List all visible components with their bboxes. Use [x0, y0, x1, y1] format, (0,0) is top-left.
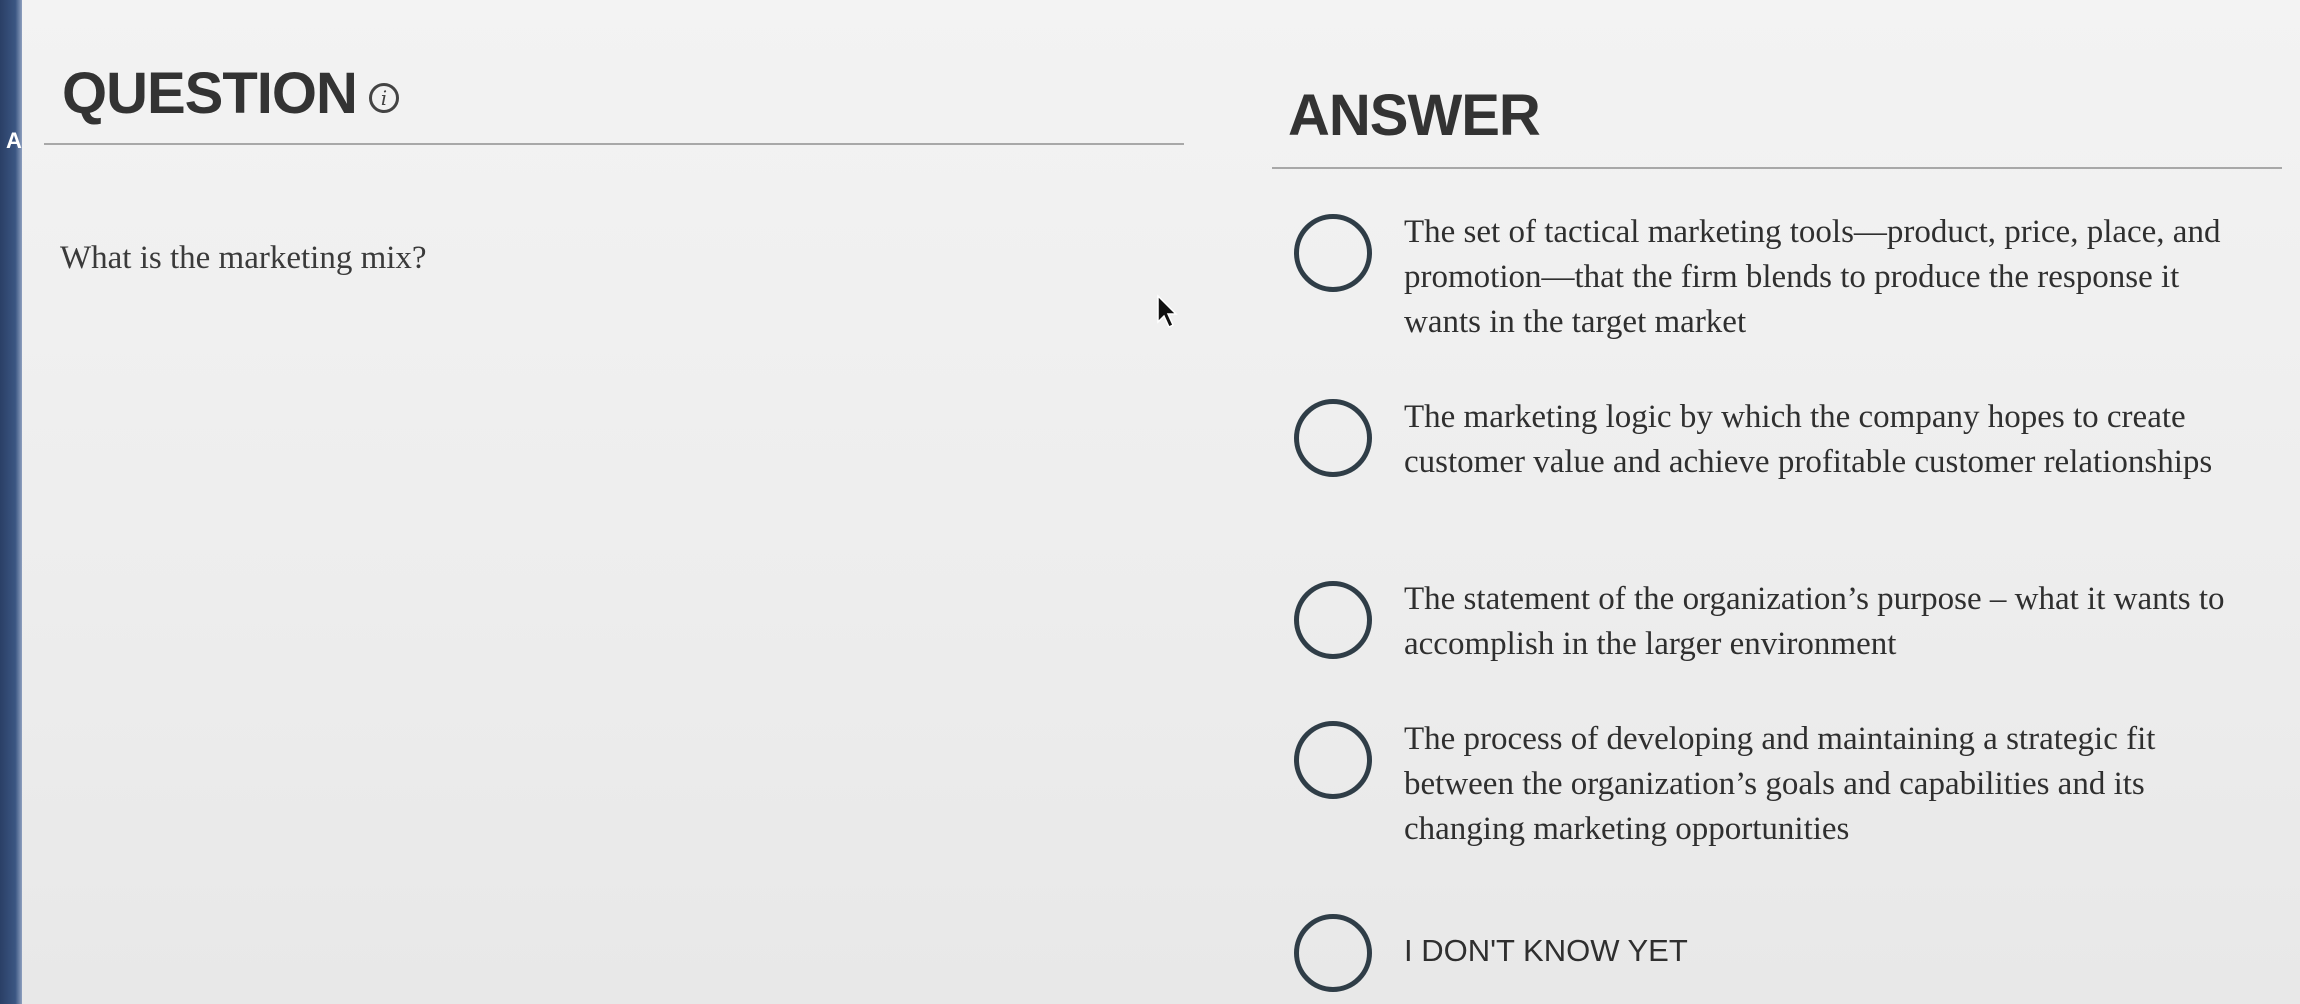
radio-button[interactable] [1294, 399, 1372, 477]
question-panel: QUESTION i What is the marketing mix? [22, 0, 1184, 1004]
radio-button[interactable] [1294, 914, 1372, 992]
left-edge-panel: A [0, 0, 22, 1004]
question-divider [44, 143, 1184, 145]
mouse-cursor-icon [1157, 294, 1178, 329]
answer-panel: ANSWER The set of tactical marketing too… [1272, 0, 2282, 1004]
radio-button[interactable] [1294, 721, 1372, 799]
left-edge-letter: A [6, 128, 22, 153]
answer-title: ANSWER [1288, 83, 1541, 148]
answer-option-4[interactable]: The process of developing and maintainin… [1294, 717, 2269, 852]
answer-option-label[interactable]: The process of developing and maintainin… [1404, 717, 2244, 852]
answer-option-3[interactable]: The statement of the organization’s purp… [1294, 577, 2269, 667]
answer-option-label[interactable]: The statement of the organization’s purp… [1404, 577, 2244, 667]
radio-button[interactable] [1294, 581, 1372, 659]
info-icon[interactable]: i [368, 82, 399, 113]
answer-option-2[interactable]: The marketing logic by which the company… [1294, 395, 2269, 485]
answer-option-label[interactable]: The marketing logic by which the company… [1404, 395, 2244, 485]
answer-option-dont-know[interactable]: I DON'T KNOW YET [1294, 910, 2269, 992]
answer-option-label[interactable]: I DON'T KNOW YET [1404, 928, 2244, 973]
radio-button[interactable] [1294, 214, 1372, 292]
question-title: QUESTION [62, 61, 358, 126]
question-heading: QUESTION i [62, 60, 399, 127]
answer-option-label[interactable]: The set of tactical marketing tools—prod… [1404, 210, 2244, 345]
answer-divider [1272, 167, 2282, 169]
question-text: What is the marketing mix? [60, 240, 427, 276]
answer-option-1[interactable]: The set of tactical marketing tools—prod… [1294, 210, 2269, 345]
